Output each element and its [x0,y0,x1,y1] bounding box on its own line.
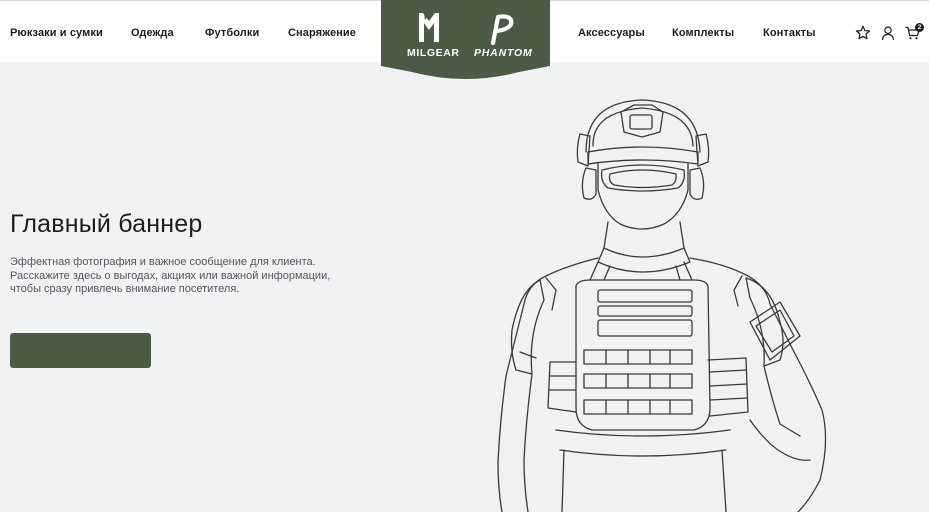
hero-cta-button[interactable] [10,333,151,368]
nav-item-gear[interactable]: Снаряжение [288,27,356,39]
logo-text-milgear: MILGEAR [407,47,460,59]
logo-text-phantom: PHANTOM [474,47,533,59]
nav-item-kits[interactable]: Комплекты [672,27,734,39]
hero-description: Эффектная фотография и важное сообщение … [10,256,331,295]
nav-item-contacts[interactable]: Контакты [763,27,816,39]
star-icon[interactable] [855,25,871,41]
cart-count-badge: 2 [915,23,924,32]
nav-item-tshirts[interactable]: Футболки [205,27,259,39]
nav-item-clothing[interactable]: Одежда [131,27,174,39]
nav-item-accessories[interactable]: Аксессуары [578,27,645,39]
soldier-illustration [497,99,827,512]
page: Рюкзаки и сумки Одежда Футболки Снаряжен… [0,0,929,512]
hero-title: Главный баннер [10,210,203,238]
logo-tab[interactable]: MILGEAR PHANTOM [381,0,550,80]
user-icon[interactable] [880,25,896,41]
nav-item-backpacks[interactable]: Рюкзаки и сумки [10,27,103,39]
